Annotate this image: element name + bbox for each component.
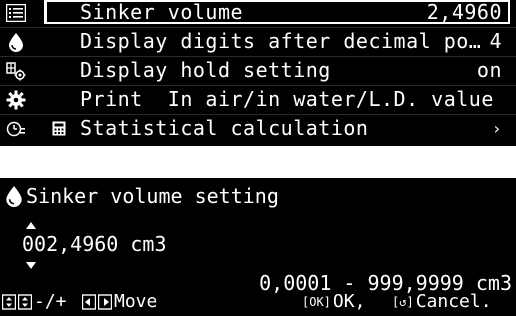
ok-key-icon: [OK] — [302, 295, 331, 309]
menu-item-sinker-volume[interactable]: Sinker volume 2,4960 — [0, 0, 516, 25]
row-divider — [0, 27, 516, 28]
gear-icon[interactable] — [6, 90, 26, 110]
cancel-key-icon: [↺] — [392, 295, 414, 309]
key-help-bar: -/+ Move [OK] OK, [↺] Cancel. — [0, 290, 516, 314]
row-divider — [0, 85, 516, 86]
menu-item-value: 2,4960 — [426, 0, 502, 24]
menu-screen: Sinker volume 2,4960 Display digits afte… — [0, 0, 516, 146]
move-label: Move — [114, 291, 158, 312]
cancel-hint[interactable]: [↺] Cancel. — [392, 290, 492, 314]
drop-icon — [6, 186, 22, 207]
menu-item-statistical-calculation[interactable]: Statistical calculation › — [0, 116, 516, 141]
drop-icon[interactable] — [6, 32, 26, 52]
menu-item-value: 4 — [489, 29, 502, 53]
decrement-arrow-icon — [26, 262, 36, 269]
row-divider — [0, 114, 516, 115]
row-divider — [0, 56, 516, 57]
submenu-chevron-icon: › — [491, 119, 502, 138]
left-key-icon — [82, 294, 96, 310]
up-down-key-icon — [2, 294, 16, 310]
menu-item-label: Statistical calculation — [80, 116, 369, 140]
up-down-key-icon — [18, 294, 32, 310]
right-key-icon — [98, 294, 112, 310]
sinker-volume-input[interactable]: 002,4960 cm3 — [22, 232, 167, 256]
ok-hint[interactable]: [OK] OK, — [302, 290, 365, 314]
ok-label: OK, — [332, 291, 366, 312]
balance-settings-icon[interactable] — [6, 61, 26, 81]
setting-screen: Sinker volume setting 002,4960 cm3 0,000… — [0, 178, 516, 316]
adjust-hint: -/+ — [2, 290, 67, 314]
menu-item-display-hold[interactable]: Display hold setting on — [0, 58, 516, 83]
menu-item-label: Sinker volume — [80, 0, 244, 24]
list-icon[interactable] — [6, 3, 26, 23]
timer-settings-icon[interactable] — [6, 119, 26, 139]
cancel-label: Cancel. — [415, 291, 492, 312]
page-title: Sinker volume setting — [4, 184, 279, 208]
menu-item-label: Display digits after decimal po… — [80, 29, 482, 53]
move-hint: Move — [82, 290, 157, 314]
menu-item-value: on — [476, 58, 502, 82]
adjust-label: -/+ — [34, 291, 67, 312]
menu-item-label: Display hold setting — [80, 58, 331, 82]
menu-item-label: Print In air/in water/L.D. value — [80, 87, 494, 111]
page-title-text: Sinker volume setting — [26, 184, 279, 208]
menu-item-decimal-digits[interactable]: Display digits after decimal po… 4 — [0, 29, 516, 54]
calculator-icon — [52, 121, 66, 136]
increment-arrow-icon — [26, 222, 36, 229]
menu-item-print[interactable]: Print In air/in water/L.D. value — [0, 87, 516, 112]
